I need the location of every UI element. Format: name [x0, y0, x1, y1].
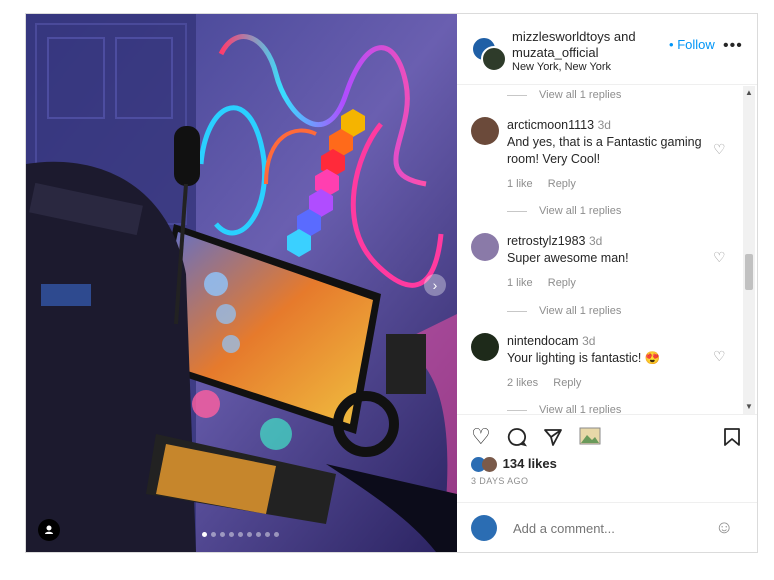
like-icon[interactable]: ♡ — [471, 426, 491, 448]
comments-scrollbar[interactable]: ▲ ▼ — [743, 86, 755, 414]
avatar[interactable] — [471, 333, 499, 361]
comment-likes[interactable]: 2 likes — [507, 377, 538, 389]
comment-time[interactable]: 3d — [598, 118, 611, 132]
share-icon[interactable] — [543, 427, 563, 451]
follow-button[interactable]: • Follow — [669, 37, 715, 52]
comment-time[interactable]: 3d — [589, 234, 602, 248]
comment-likes[interactable]: 1 like — [507, 277, 533, 289]
comment-meta: 1 like Reply — [507, 275, 717, 292]
post-sidebar: mizzlesworldtoys and muzata_official New… — [457, 14, 757, 552]
comment-username[interactable]: retrostylz1983 — [507, 234, 586, 248]
avatar[interactable] — [471, 117, 499, 145]
comments-list: View all 1 replies arcticmoon1113 3d And… — [457, 86, 757, 414]
user-tag-icon[interactable] — [38, 519, 60, 541]
carousel-dot — [238, 532, 243, 537]
heart-icon[interactable]: ♡ — [713, 141, 726, 158]
comment-text: Your lighting is fantastic! 😍 — [507, 351, 661, 365]
post-header: mizzlesworldtoys and muzata_official New… — [457, 14, 757, 85]
username-link[interactable]: mizzlesworldtoys — [512, 29, 610, 44]
carousel-dot — [202, 532, 207, 537]
view-replies-link[interactable]: View all 1 replies — [507, 305, 621, 317]
comment-username[interactable]: nintendocam — [507, 334, 579, 348]
view-replies-link[interactable]: View all 1 replies — [507, 404, 621, 414]
likes-count[interactable]: 134 likes — [471, 456, 557, 473]
gaming-room-photo — [26, 14, 457, 552]
carousel-dots — [202, 532, 279, 537]
heart-icon[interactable]: ♡ — [713, 348, 726, 365]
comment-meta: 1 like Reply — [507, 176, 717, 193]
next-image-button[interactable]: › — [424, 274, 446, 296]
collab-avatars[interactable] — [471, 36, 507, 72]
carousel-dot — [220, 532, 225, 537]
more-options-button[interactable]: ••• — [723, 37, 743, 55]
image-icon[interactable] — [579, 427, 601, 449]
avatar[interactable] — [471, 233, 499, 261]
and-text: and — [613, 29, 636, 44]
reply-button[interactable]: Reply — [548, 277, 576, 289]
post-card: › mizzlesworldtoys and muzata_official N… — [25, 13, 758, 553]
carousel-dot — [229, 532, 234, 537]
likes-text[interactable]: 134 likes — [503, 456, 557, 471]
post-image[interactable]: › — [26, 14, 457, 552]
collab-names: mizzlesworldtoys and muzata_official — [512, 29, 652, 61]
scroll-down-arrow-icon[interactable]: ▼ — [743, 400, 755, 414]
scrollbar-thumb[interactable] — [745, 254, 753, 290]
heart-icon[interactable]: ♡ — [713, 249, 726, 266]
action-bar: ♡ — [457, 414, 757, 459]
comment-time[interactable]: 3d — [582, 334, 595, 348]
reply-button[interactable]: Reply — [553, 377, 581, 389]
follow-label: Follow — [677, 37, 715, 52]
comment-text: And yes, that is a Fantastic gaming room… — [507, 135, 702, 166]
comment-body: retrostylz1983 3d Super awesome man! 1 l… — [507, 233, 717, 292]
comment-likes[interactable]: 1 like — [507, 178, 533, 190]
view-replies-link[interactable]: View all 1 replies — [507, 89, 621, 101]
view-replies-link[interactable]: View all 1 replies — [507, 205, 621, 217]
comment-body: nintendocam 3d Your lighting is fantasti… — [507, 333, 717, 392]
comment-body: arcticmoon1113 3d And yes, that is a Fan… — [507, 117, 717, 193]
carousel-dot — [256, 532, 261, 537]
comment-meta: 2 likes Reply — [507, 375, 717, 392]
emoji-icon[interactable]: ☺ — [715, 517, 733, 538]
comment-input[interactable] — [511, 520, 705, 537]
comment-username[interactable]: arcticmoon1113 — [507, 118, 594, 132]
comment-text: Super awesome man! — [507, 251, 629, 265]
carousel-dot — [211, 532, 216, 537]
username-link[interactable]: muzata_official — [512, 45, 598, 60]
carousel-dot — [265, 532, 270, 537]
location-link[interactable]: New York, New York — [512, 61, 611, 73]
post-date[interactable]: 3 DAYS AGO — [471, 476, 528, 486]
avatar[interactable] — [482, 457, 497, 473]
reply-button[interactable]: Reply — [548, 178, 576, 190]
add-comment-bar: ☺ — [457, 502, 757, 553]
avatar[interactable] — [471, 515, 497, 541]
carousel-dot — [274, 532, 279, 537]
save-icon[interactable] — [723, 427, 741, 451]
carousel-dot — [247, 532, 252, 537]
scroll-up-arrow-icon[interactable]: ▲ — [743, 86, 755, 100]
follow-dot: • — [669, 37, 674, 52]
avatar[interactable] — [481, 46, 507, 72]
comment-icon[interactable] — [507, 427, 528, 451]
